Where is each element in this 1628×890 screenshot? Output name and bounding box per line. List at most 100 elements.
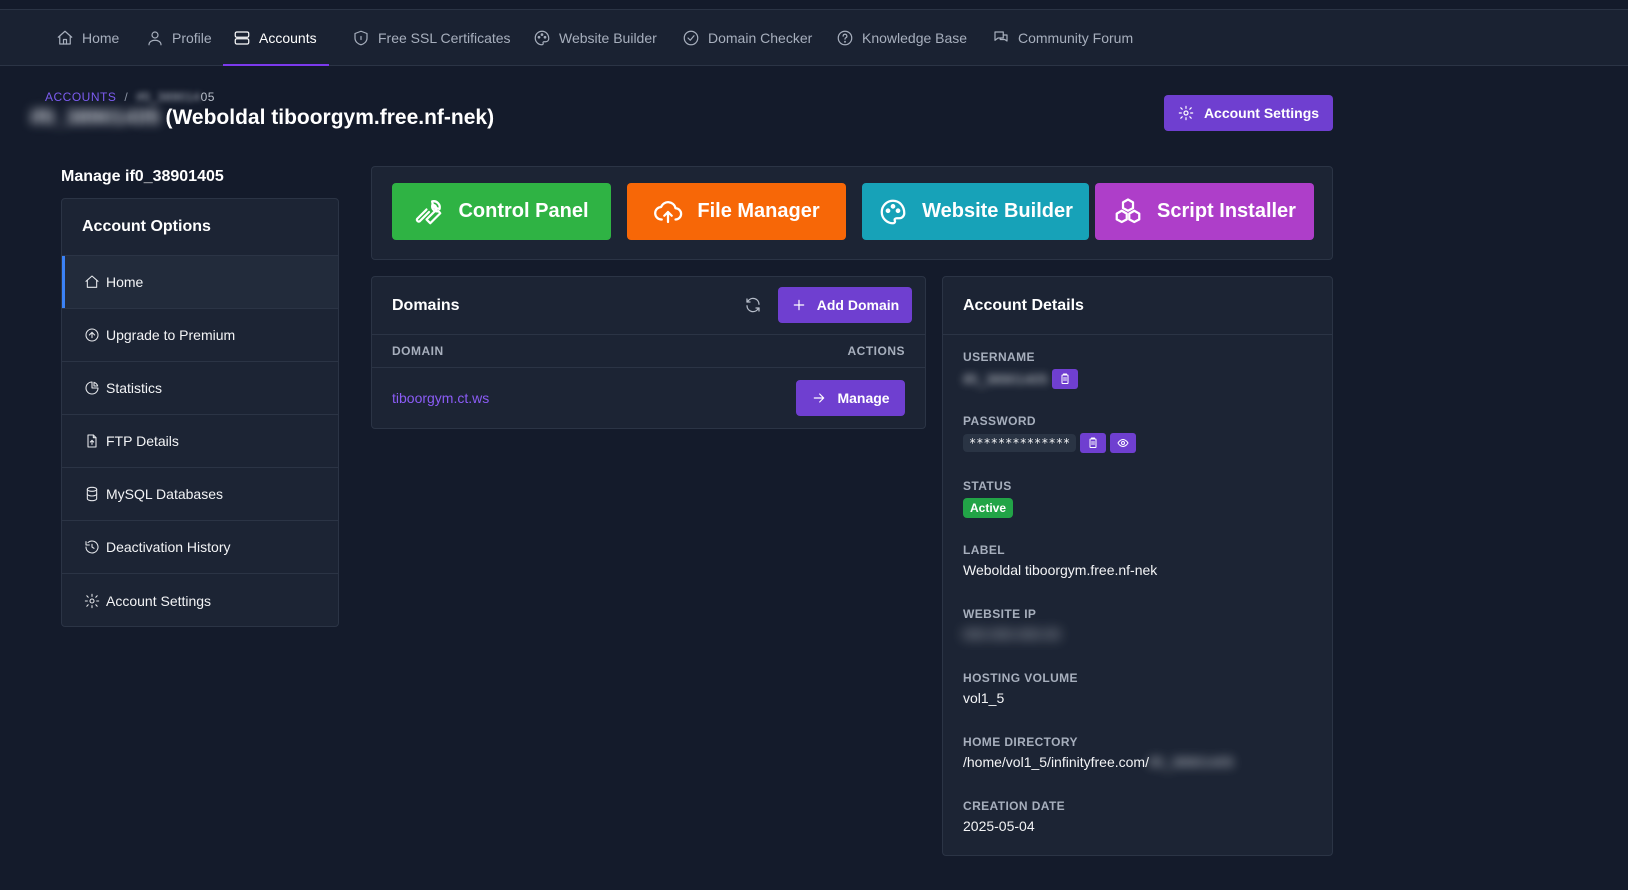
breadcrumb-separator: / [124, 90, 129, 104]
question-circle-icon [837, 30, 853, 46]
nav-profile[interactable]: Profile [136, 10, 222, 66]
account-settings-button[interactable]: Account Settings [1164, 95, 1333, 131]
nav-domain-checker-label: Domain Checker [708, 30, 813, 46]
label-label: LABEL [963, 543, 1005, 557]
sidebar-item-home[interactable]: Home [62, 256, 338, 309]
sidebar-item-statistics[interactable]: Statistics [62, 362, 338, 415]
sidebar-item-mysql[interactable]: MySQL Databases [62, 468, 338, 521]
manage-domain-button[interactable]: Manage [796, 380, 905, 416]
chat-icon [994, 31, 1008, 42]
col-domain: DOMAIN [392, 344, 444, 358]
sidebar-item-upgrade[interactable]: Upgrade to Premium [62, 309, 338, 362]
username-value: if0_38901405 [963, 371, 1048, 387]
copy-username-button[interactable] [1051, 369, 1078, 389]
account-options-sidebar: Account Options Home Upgrade to Premium … [61, 198, 339, 627]
sidebar-item-label: Deactivation History [106, 539, 231, 555]
website-ip-value: 000.000.000.00 [963, 626, 1061, 642]
status-badge: Active [963, 498, 1014, 518]
website-ip-field: WEBSITE IP 000.000.000.00 [963, 607, 1060, 642]
copy-password-button[interactable] [1080, 433, 1107, 453]
sidebar-item-deactivation-history[interactable]: Deactivation History [62, 521, 338, 574]
file-manager-label: File Manager [697, 200, 820, 222]
nav-knowledge-base-label: Knowledge Base [862, 30, 968, 46]
arrow-up-circle-icon [85, 328, 99, 342]
shield-icon [354, 30, 368, 46]
domains-title: Domains [392, 296, 460, 314]
sidebar-item-label: Statistics [106, 380, 163, 396]
status-field: STATUS Active [963, 479, 1014, 518]
refresh-icon[interactable] [744, 296, 762, 319]
script-installer-button[interactable]: Script Installer [1095, 183, 1314, 240]
gear-icon [84, 593, 100, 608]
home-directory-user: if0_38901405 [1148, 754, 1234, 770]
nav-free-ssl[interactable]: Free SSL Certificates [342, 10, 521, 66]
eye-icon [1117, 439, 1129, 447]
manage-heading: Manage if0_38901405 [61, 168, 224, 185]
creation-date-value: 2025-05-04 [963, 818, 1035, 834]
home-directory-label: HOME DIRECTORY [963, 735, 1078, 749]
breadcrumb: ACCOUNTS / if0_38901405 [45, 90, 215, 104]
status-label: STATUS [963, 479, 1012, 493]
control-panel-button[interactable]: Control Panel [392, 183, 611, 240]
top-strip [0, 0, 1628, 10]
domains-card-header: Domains Add Domain [372, 277, 925, 335]
password-label: PASSWORD [963, 414, 1036, 428]
username-label: USERNAME [963, 350, 1035, 364]
pie-chart-icon [85, 381, 99, 395]
file-manager-button[interactable]: File Manager [627, 183, 846, 240]
password-field: PASSWORD ************** [963, 414, 1137, 453]
website-builder-label: Website Builder [922, 200, 1073, 222]
password-value: ************** [963, 434, 1077, 452]
website-builder-button[interactable]: Website Builder [862, 183, 1089, 240]
nav-knowledge-base[interactable]: Knowledge Base [826, 10, 977, 66]
cloud-upload-icon [654, 200, 683, 223]
sidebar-item-account-settings[interactable]: Account Settings [62, 574, 338, 626]
check-circle-icon [683, 30, 699, 46]
add-domain-button[interactable]: Add Domain [778, 287, 912, 323]
creation-date-field: CREATION DATE 2025-05-04 [963, 799, 1065, 834]
sidebar-item-label: FTP Details [106, 433, 179, 449]
manage-label: Manage [837, 390, 890, 406]
script-installer-label: Script Installer [1157, 200, 1296, 222]
domain-link[interactable]: tiboorgym.ct.ws [392, 390, 489, 406]
top-navbar: Home Profile Accounts Free SSL Certifica… [0, 10, 1628, 66]
domains-table-header: DOMAIN ACTIONS [372, 335, 925, 368]
home-icon [85, 275, 99, 288]
control-panel-label: Control Panel [458, 200, 589, 222]
nav-website-builder[interactable]: Website Builder [523, 10, 667, 66]
creation-date-label: CREATION DATE [963, 799, 1066, 813]
sidebar-item-label: Upgrade to Premium [106, 327, 236, 343]
user-icon [148, 31, 162, 46]
account-settings-button-label: Account Settings [1203, 105, 1320, 121]
table-row: tiboorgym.ct.ws Manage [372, 368, 925, 428]
hosting-volume-label: HOSTING VOLUME [963, 671, 1078, 685]
cubes-icon [1115, 197, 1141, 223]
label-field: LABEL Weboldal tiboorgym.free.nf-nek [963, 543, 1157, 578]
home-directory-field: HOME DIRECTORY /home/vol1_5/infinityfree… [963, 735, 1234, 770]
breadcrumb-accounts[interactable]: ACCOUNTS [45, 90, 116, 104]
sidebar-item-ftp[interactable]: FTP Details [62, 415, 338, 468]
breadcrumb-current: if0_38901405 [136, 90, 215, 104]
quick-tools-panel: Control Panel File Manager Website Build… [371, 166, 1333, 260]
nav-home-label: Home [82, 30, 120, 46]
nav-domain-checker[interactable]: Domain Checker [672, 10, 822, 66]
nav-community-forum[interactable]: Community Forum [982, 10, 1143, 66]
sidebar-header: Account Options [62, 199, 338, 256]
show-password-button[interactable] [1110, 433, 1137, 453]
clipboard-icon [1061, 373, 1069, 384]
history-icon [85, 540, 99, 554]
account-details-title: Account Details [943, 277, 1332, 335]
nav-profile-label: Profile [172, 30, 212, 46]
domains-card: Domains Add Domain DOMAIN ACTIONS tiboor… [371, 276, 926, 429]
nav-accounts-label: Accounts [259, 30, 317, 46]
add-domain-label: Add Domain [816, 297, 900, 313]
clipboard-icon [1089, 437, 1097, 448]
nav-home[interactable]: Home [46, 10, 129, 66]
sidebar-item-label: MySQL Databases [106, 486, 223, 502]
nav-accounts[interactable]: Accounts [223, 10, 329, 66]
database-icon [86, 486, 98, 502]
file-upload-icon [87, 434, 97, 448]
hosting-volume-value: vol1_5 [963, 690, 1005, 706]
home-directory-value: /home/vol1_5/infinityfree.com/ [963, 754, 1149, 770]
gear-icon [1178, 105, 1194, 121]
